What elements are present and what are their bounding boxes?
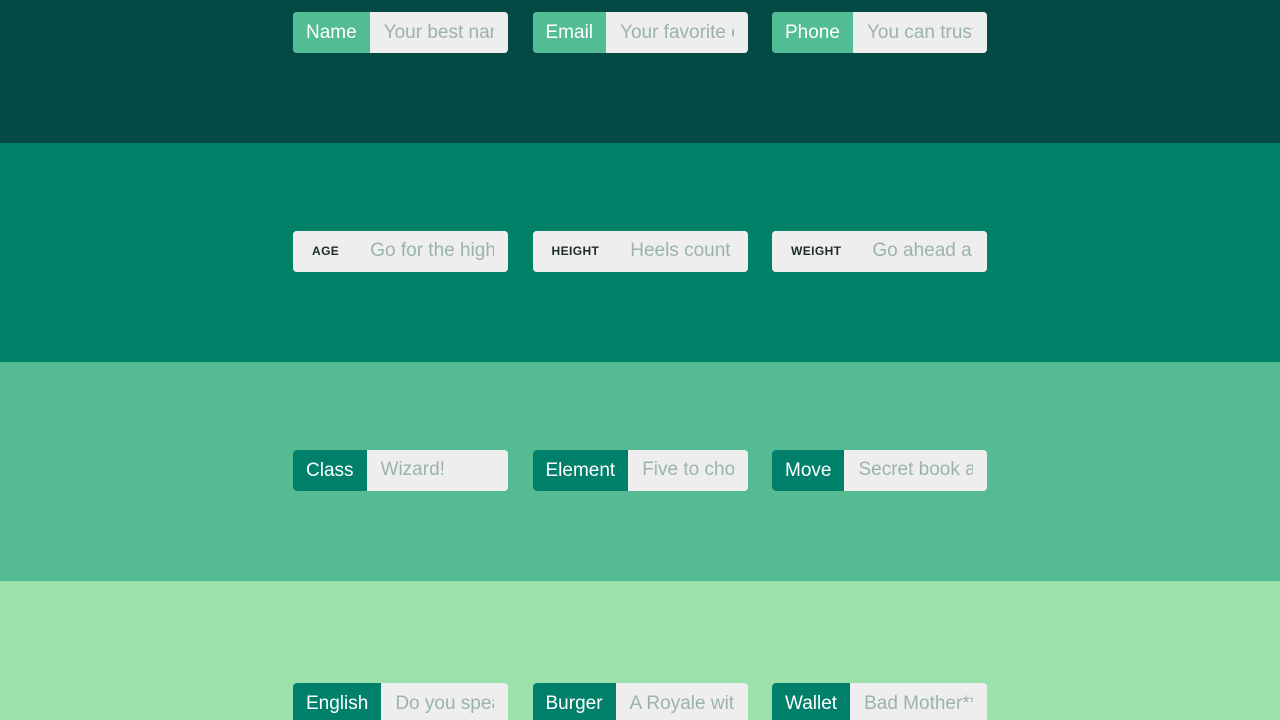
input-label-phone: Phone: [772, 12, 853, 53]
move-input[interactable]: [844, 450, 987, 491]
input-row-character: Class Element Move: [293, 450, 987, 491]
input-label-age: Age: [293, 231, 356, 272]
input-label-email: Email: [533, 12, 607, 53]
input-label-element: Element: [533, 450, 629, 491]
input-group-wallet[interactable]: Wallet: [772, 683, 987, 720]
band-body-stats: Age Height Weight: [0, 143, 1280, 362]
english-input[interactable]: [381, 683, 508, 720]
class-input[interactable]: [367, 450, 508, 491]
input-group-class[interactable]: Class: [293, 450, 508, 491]
input-group-email[interactable]: Email: [533, 12, 748, 53]
input-label-height: Height: [533, 231, 617, 272]
input-group-element[interactable]: Element: [533, 450, 748, 491]
band-misc: English Burger Wallet: [0, 581, 1280, 720]
input-group-phone[interactable]: Phone: [772, 12, 987, 53]
height-input[interactable]: [616, 231, 747, 272]
band-character: Class Element Move: [0, 362, 1280, 581]
input-group-burger[interactable]: Burger: [533, 683, 748, 720]
input-label-name: Name: [293, 12, 370, 53]
element-input[interactable]: [628, 450, 747, 491]
phone-input[interactable]: [853, 12, 987, 53]
input-label-wallet: Wallet: [772, 683, 850, 720]
input-group-height[interactable]: Height: [533, 231, 748, 272]
input-label-english: English: [293, 683, 381, 720]
band-contact: Name Email Phone: [0, 0, 1280, 143]
input-label-move: Move: [772, 450, 844, 491]
input-group-name[interactable]: Name: [293, 12, 508, 53]
input-row-body-stats: Age Height Weight: [293, 231, 987, 272]
input-row-contact: Name Email Phone: [293, 12, 987, 53]
input-group-move[interactable]: Move: [772, 450, 987, 491]
input-label-weight: Weight: [772, 231, 858, 272]
name-input[interactable]: [370, 12, 508, 53]
input-label-burger: Burger: [533, 683, 616, 720]
input-group-weight[interactable]: Weight: [772, 231, 987, 272]
age-input[interactable]: [356, 231, 508, 272]
input-row-misc: English Burger Wallet: [293, 683, 987, 720]
input-group-english[interactable]: English: [293, 683, 508, 720]
input-group-age[interactable]: Age: [293, 231, 508, 272]
email-input[interactable]: [606, 12, 747, 53]
wallet-input[interactable]: [850, 683, 987, 720]
weight-input[interactable]: [858, 231, 987, 272]
input-label-class: Class: [293, 450, 367, 491]
burger-input[interactable]: [616, 683, 748, 720]
